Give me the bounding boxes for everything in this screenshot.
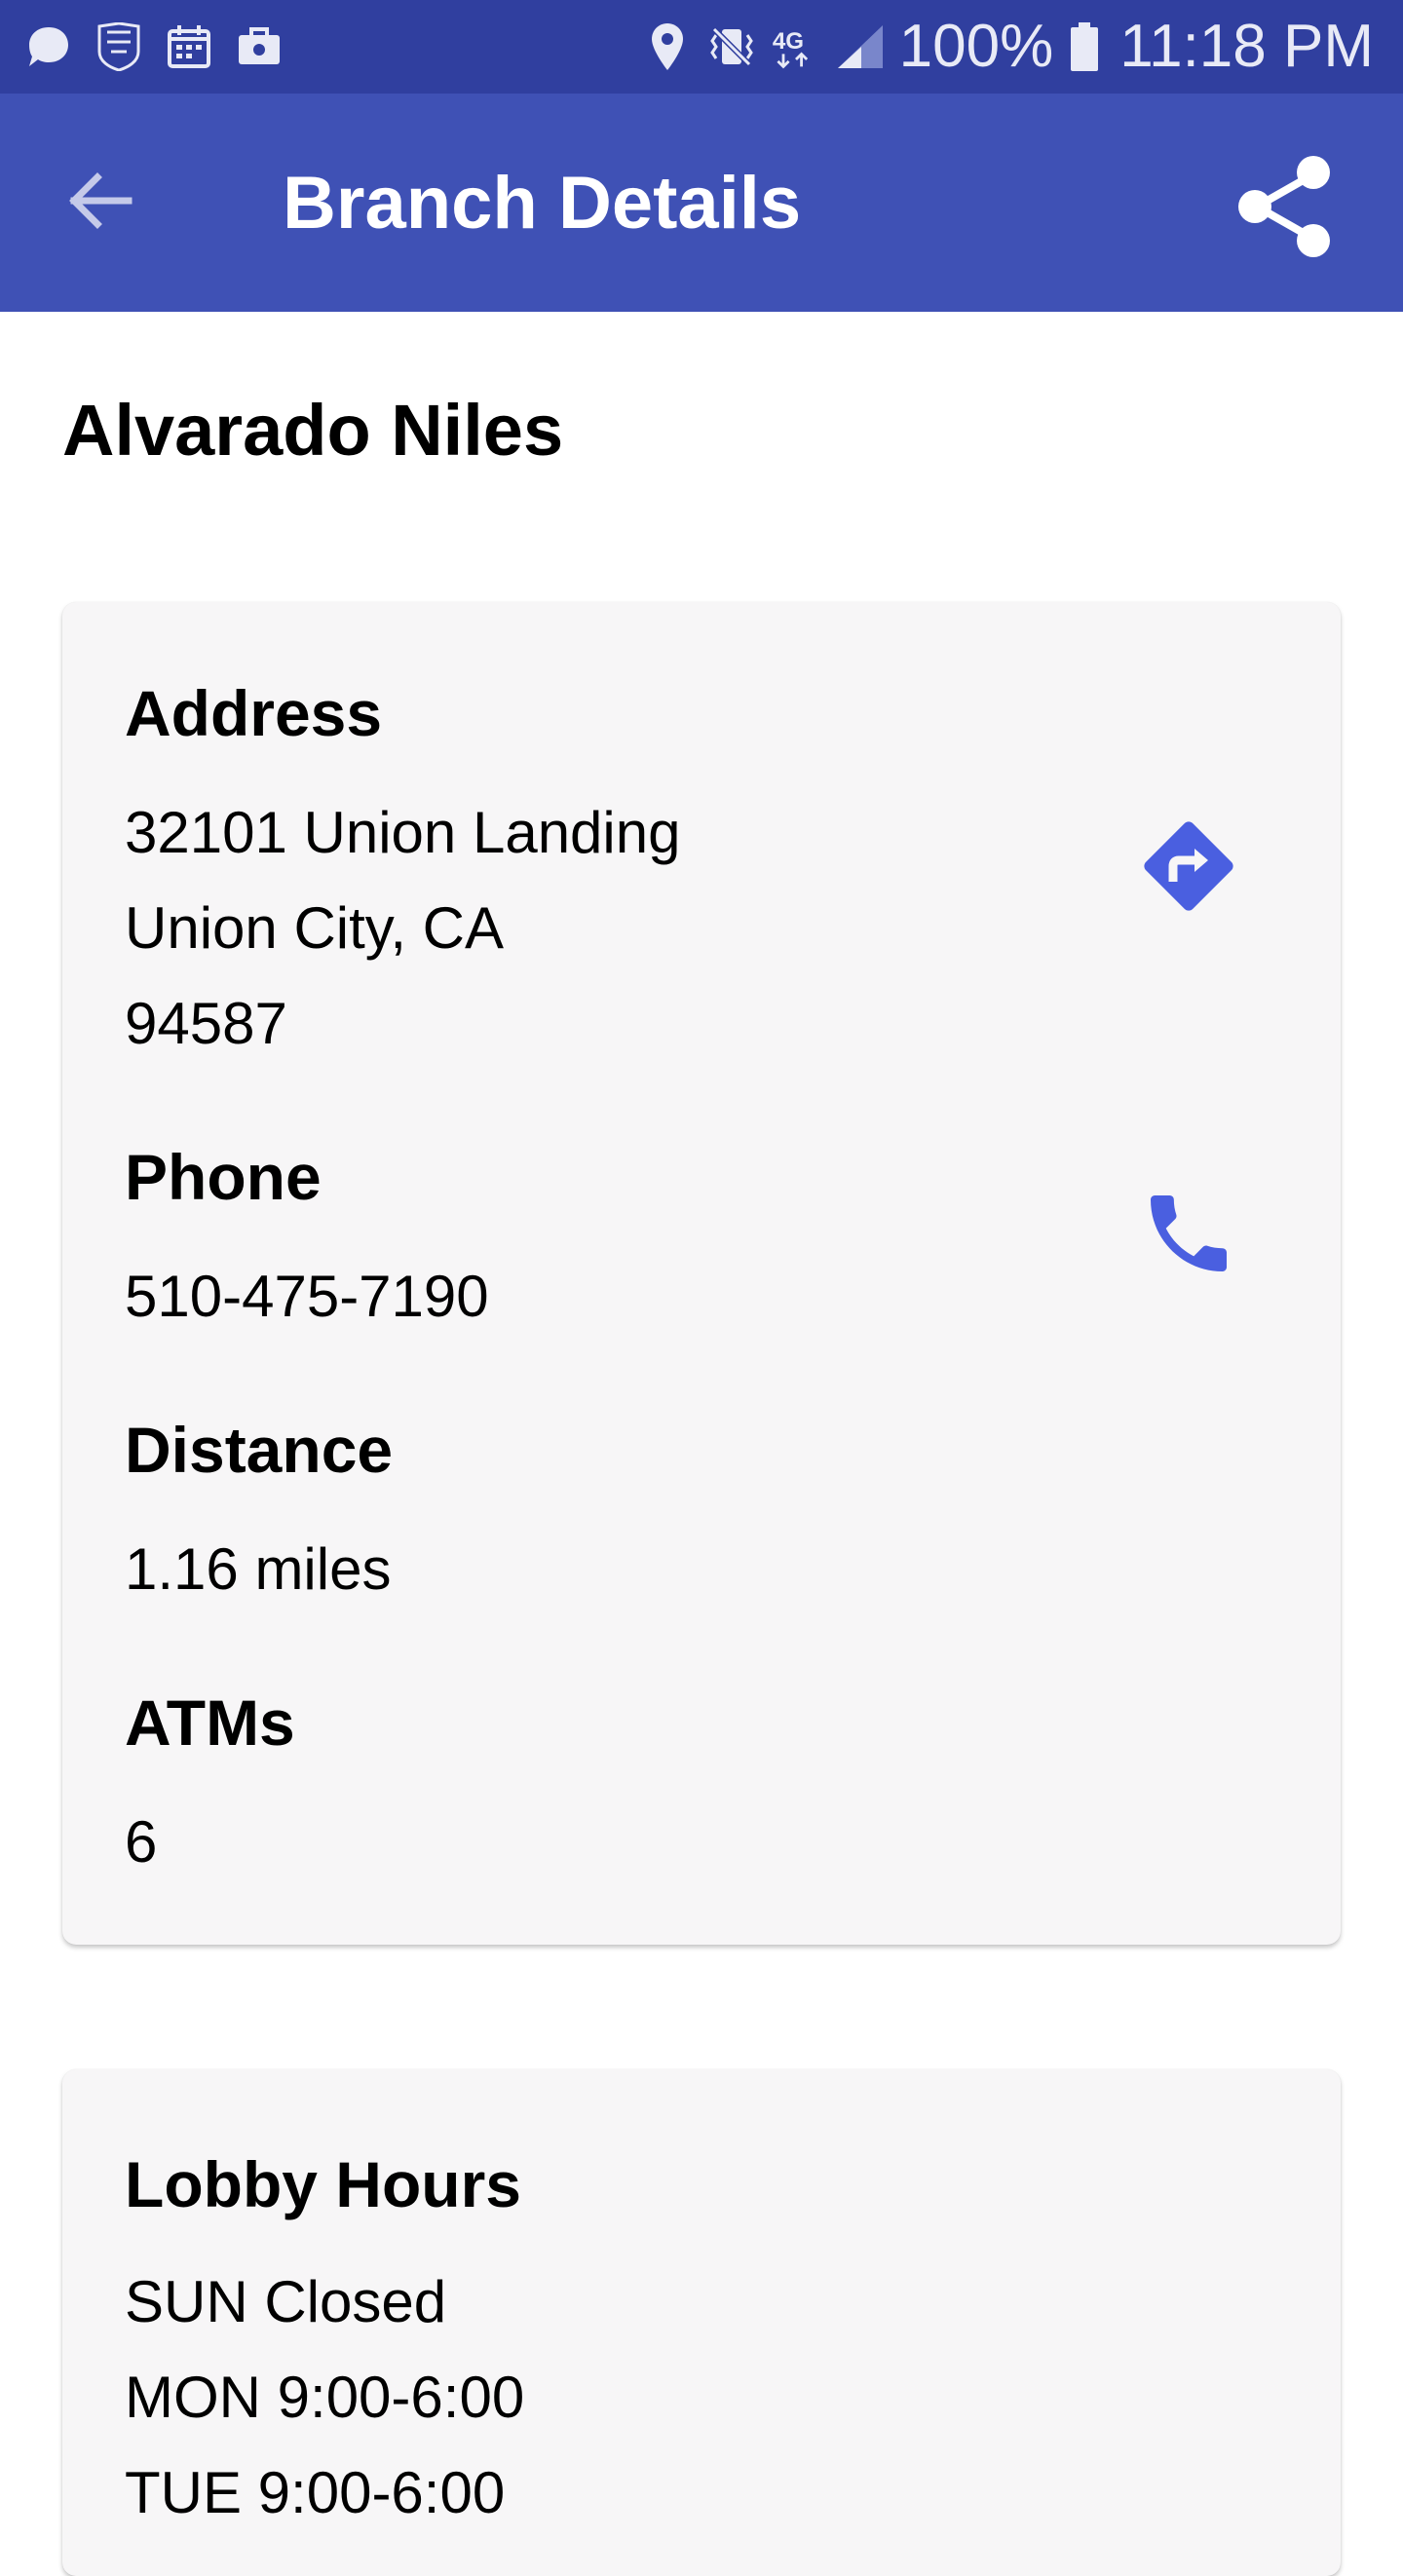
chat-bubble-icon bbox=[23, 21, 74, 72]
atms-label: ATMs bbox=[125, 1686, 295, 1759]
phone-label: Phone bbox=[125, 1141, 322, 1213]
share-button[interactable] bbox=[1228, 148, 1345, 265]
status-notifications bbox=[23, 19, 304, 74]
branch-info-card: Address 32101 Union Landing Union City, … bbox=[62, 602, 1341, 1945]
briefcase-icon bbox=[234, 21, 284, 72]
address-line-2: Union City, CA bbox=[125, 895, 505, 961]
app-bar: Branch Details bbox=[0, 94, 1403, 312]
address-line-3: 94587 bbox=[125, 991, 287, 1056]
share-icon bbox=[1238, 156, 1330, 257]
lobby-hours-card: Lobby Hours SUN Closed MON 9:00-6:00 TUE… bbox=[62, 2069, 1341, 2576]
battery-percent: 100% bbox=[898, 13, 1054, 80]
phone-icon bbox=[1151, 1195, 1227, 1271]
clock: 11:18 PM bbox=[1119, 13, 1374, 80]
signal-icon bbox=[835, 21, 886, 72]
back-button[interactable] bbox=[51, 152, 148, 249]
address-line-1: 32101 Union Landing bbox=[125, 800, 681, 865]
hours-row-tue: TUE 9:00-6:00 bbox=[125, 2460, 506, 2525]
nfl-icon bbox=[94, 21, 144, 72]
directions-icon bbox=[1144, 821, 1233, 911]
distance-value: 1.16 miles bbox=[125, 1536, 392, 1602]
distance-label: Distance bbox=[125, 1414, 394, 1486]
location-icon bbox=[642, 21, 693, 72]
page-title: Branch Details bbox=[283, 162, 802, 245]
svg-text:4G: 4G bbox=[772, 28, 803, 55]
lobby-hours-label: Lobby Hours bbox=[125, 2148, 521, 2220]
address-label: Address bbox=[125, 677, 383, 749]
hours-row-mon: MON 9:00-6:00 bbox=[125, 2365, 525, 2430]
status-system: 4G 100% 11:18 PM bbox=[642, 14, 1374, 80]
call-button[interactable] bbox=[1120, 1165, 1257, 1302]
calendar-icon bbox=[164, 21, 214, 72]
status-bar: 4G 100% 11:18 PM bbox=[0, 0, 1403, 94]
hours-row-sun: SUN Closed bbox=[125, 2269, 447, 2334]
branch-name: Alvarado Niles bbox=[62, 390, 564, 471]
lte-icon: 4G bbox=[771, 21, 821, 72]
arrow-back-icon bbox=[69, 172, 133, 229]
atms-value: 6 bbox=[125, 1809, 158, 1875]
vibrate-icon bbox=[706, 21, 757, 72]
battery-icon bbox=[1067, 21, 1102, 72]
directions-button[interactable] bbox=[1120, 798, 1257, 934]
phone-value[interactable]: 510-475-7190 bbox=[125, 1249, 489, 1345]
